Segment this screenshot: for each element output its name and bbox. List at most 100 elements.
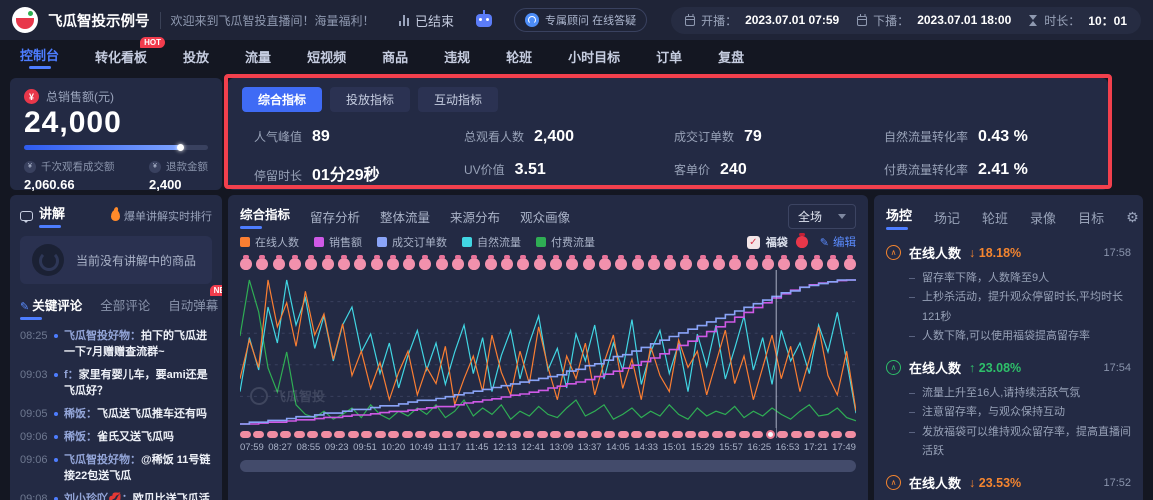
legend-item[interactable]: 销售额 — [314, 234, 362, 250]
bottom-marker[interactable] — [374, 430, 386, 438]
bottom-marker[interactable] — [280, 430, 292, 438]
bottom-marker[interactable] — [644, 430, 656, 438]
bottom-marker[interactable] — [550, 430, 562, 438]
bottom-marker[interactable] — [790, 430, 802, 438]
lucky-bag-icon[interactable] — [256, 255, 269, 270]
lucky-bag-icon[interactable] — [631, 255, 644, 270]
nav-tab[interactable]: 商品 — [382, 47, 408, 66]
lucky-bag-icon[interactable] — [305, 255, 318, 270]
lucky-bag-icon[interactable] — [501, 255, 513, 270]
bottom-marker[interactable] — [469, 430, 481, 438]
bottom-marker[interactable] — [590, 430, 602, 438]
chevron-up-icon[interactable]: ∧ — [886, 475, 901, 490]
lucky-bag-icon[interactable] — [745, 255, 758, 270]
nav-tab[interactable]: 复盘 — [718, 47, 744, 66]
bottom-marker[interactable] — [752, 430, 764, 438]
bottom-marker[interactable] — [509, 430, 521, 438]
bottom-marker[interactable] — [253, 430, 265, 438]
lucky-bag-icon[interactable] — [354, 255, 367, 270]
bottom-marker[interactable] — [844, 430, 856, 438]
legend-item[interactable]: 付费流量 — [536, 234, 595, 250]
nav-tab[interactable]: 订单 — [656, 47, 682, 66]
bottom-marker[interactable] — [711, 430, 723, 438]
lucky-bag-icon[interactable] — [680, 255, 693, 270]
gear-icon[interactable]: ⚙ — [1126, 209, 1139, 226]
lucky-bag-icon[interactable] — [321, 255, 334, 270]
nav-tab[interactable]: 控制台 — [20, 45, 59, 69]
nav-tab[interactable]: 短视频 — [307, 47, 346, 66]
legend-item[interactable]: 成交订单数 — [377, 234, 447, 250]
chevron-up-icon[interactable]: ∧ — [886, 245, 901, 260]
lucky-bag-icon[interactable] — [419, 255, 432, 270]
lucky-bag-icon[interactable] — [272, 255, 285, 270]
lucky-bag-icon[interactable] — [468, 255, 481, 270]
bottom-marker[interactable] — [698, 430, 710, 438]
chart-tab[interactable]: 留存分析 — [310, 207, 360, 226]
nav-tab[interactable]: 违规 — [444, 47, 470, 66]
nav-tab[interactable]: 轮班 — [506, 47, 532, 66]
chart-zoom-brush[interactable] — [240, 460, 856, 472]
bottom-marker[interactable] — [334, 430, 346, 438]
bottom-marker[interactable] — [496, 430, 508, 438]
bottom-marker[interactable] — [320, 430, 332, 438]
bottom-marker[interactable] — [293, 430, 305, 438]
bottom-marker[interactable] — [617, 430, 629, 438]
lucky-bag-icon[interactable] — [696, 255, 709, 270]
lucky-bag-icon[interactable] — [843, 255, 856, 270]
bottom-marker[interactable] — [671, 430, 683, 438]
robot-assistant-icon[interactable] — [476, 9, 493, 27]
bottom-marker[interactable] — [765, 429, 775, 439]
lucky-bag-icon[interactable] — [582, 255, 595, 270]
lucky-bag-icon[interactable] — [778, 255, 791, 270]
bottom-marker[interactable] — [347, 430, 359, 438]
control-tab[interactable]: 目标 — [1078, 208, 1104, 227]
bottom-marker[interactable] — [831, 430, 843, 438]
bottom-marker[interactable] — [401, 430, 413, 438]
lucky-bag-icon[interactable] — [794, 255, 807, 270]
hot-explain-ranking-link[interactable]: 爆单讲解实时排行 — [111, 208, 212, 224]
lucky-bag-icon[interactable] — [566, 255, 579, 270]
bottom-marker[interactable] — [777, 430, 789, 438]
bottom-marker[interactable] — [684, 430, 696, 438]
chart-plot-area[interactable]: 07:59 08:27 08:55 09:23 09:51 10:20 10:49 11:17… — [240, 255, 856, 453]
lucky-bag-icon[interactable] — [403, 255, 416, 270]
comment-tab[interactable]: ✎ 关键评论 — [20, 295, 82, 320]
lucky-bag-icon[interactable] — [288, 255, 301, 270]
bottom-marker[interactable] — [442, 430, 454, 438]
legend-item[interactable]: 自然流量 — [462, 234, 521, 250]
bottom-marker[interactable] — [604, 430, 616, 438]
bottom-marker[interactable] — [388, 430, 400, 438]
lucky-bag-icon[interactable] — [647, 255, 660, 270]
bottom-marker[interactable] — [577, 430, 589, 438]
bottom-marker[interactable] — [631, 430, 643, 438]
advisor-pill[interactable]: 专属顾问 在线答疑 — [514, 8, 648, 32]
bottom-marker[interactable] — [658, 430, 670, 438]
lucky-bag-icon[interactable] — [484, 255, 497, 270]
chart-tab[interactable]: 观众画像 — [520, 207, 570, 226]
control-tab[interactable]: 场记 — [934, 208, 960, 227]
bottom-marker[interactable] — [817, 430, 829, 438]
bottom-marker[interactable] — [415, 430, 427, 438]
tab-explain[interactable]: 讲解 — [39, 203, 65, 228]
control-tab[interactable]: 场控 — [886, 205, 912, 230]
nav-tab[interactable]: 流量 — [245, 47, 271, 66]
lucky-bag-icon[interactable] — [810, 255, 823, 270]
bottom-marker[interactable] — [804, 430, 816, 438]
bottom-marker[interactable] — [563, 430, 575, 438]
nav-tab[interactable]: 小时目标 — [568, 47, 620, 66]
lucky-bag-icon[interactable] — [664, 255, 677, 270]
time-range-select[interactable]: 全场 — [787, 203, 856, 229]
lucky-bag-icon[interactable] — [517, 255, 530, 270]
bottom-marker[interactable] — [361, 430, 373, 438]
bottom-marker[interactable] — [266, 430, 278, 438]
chart-tab[interactable]: 来源分布 — [450, 207, 500, 226]
lucky-bag-icon[interactable] — [827, 255, 840, 270]
comment-tab[interactable]: 全部评论 — [100, 295, 150, 314]
lucky-bag-icon[interactable] — [762, 255, 774, 270]
bottom-marker[interactable] — [455, 430, 467, 438]
lucky-bag-icon[interactable] — [435, 255, 448, 270]
bottom-marker[interactable] — [523, 430, 535, 438]
bottom-marker[interactable] — [536, 430, 548, 438]
bottom-marker[interactable] — [725, 430, 737, 438]
legend-item[interactable]: 在线人数 — [240, 234, 299, 250]
